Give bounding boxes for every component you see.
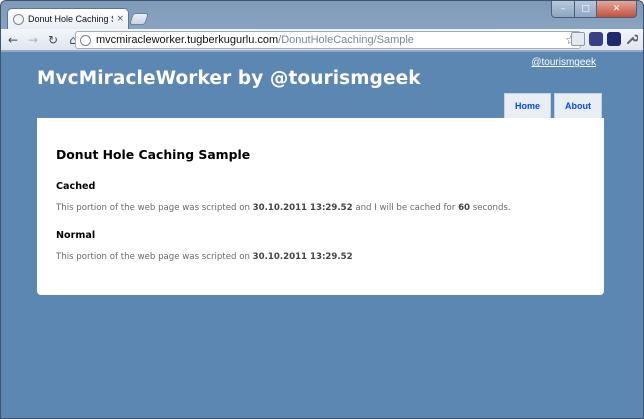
maximize-button[interactable]: □ (575, 1, 597, 18)
forward-button[interactable]: → (25, 32, 41, 48)
cached-seconds: 60 (458, 203, 471, 213)
window-controls: – □ ✕ (551, 1, 637, 18)
browser-tab[interactable]: Donut Hole Caching Sampl × (7, 8, 129, 29)
cached-text-middle: and I will be cached for (352, 203, 459, 213)
menu-item-about[interactable]: About (554, 93, 602, 118)
cached-text-after: seconds. (470, 203, 511, 213)
browser-toolbar: ← → ↻ ⌂ mvcmiracleworker.tugberkugurlu.c… (1, 29, 643, 51)
minimize-button[interactable]: – (551, 1, 575, 18)
main-menu: Home About (504, 93, 602, 118)
reload-button[interactable]: ↻ (45, 32, 61, 48)
normal-paragraph: This portion of the web page was scripte… (56, 252, 604, 262)
page-icon[interactable] (571, 32, 585, 46)
cached-paragraph: This portion of the web page was scripte… (56, 203, 604, 213)
url-path: /DonutHoleCaching/Sample (278, 34, 414, 46)
normal-text-before: This portion of the web page was scripte… (56, 252, 253, 262)
cached-heading: Cached (56, 181, 96, 192)
title-bar: Donut Hole Caching Sampl × – □ ✕ (1, 1, 643, 29)
extension-icon[interactable] (589, 32, 603, 46)
back-button[interactable]: ← (5, 32, 21, 48)
url-host: mvcmiracleworker.tugberkugurlu.com (96, 34, 279, 46)
author-link[interactable]: @tourismgeek (531, 57, 596, 68)
toolbar-icons (571, 32, 639, 46)
close-window-button[interactable]: ✕ (597, 1, 637, 18)
site-title: MvcMiracleWorker by @tourismgeek (37, 68, 421, 89)
cached-text-before: This portion of the web page was scripte… (56, 203, 253, 213)
address-bar[interactable]: mvcmiracleworker.tugberkugurlu.com/Donut… (75, 31, 581, 49)
wrench-icon[interactable] (625, 32, 639, 46)
cached-timestamp: 30.10.2011 13:29.52 (252, 203, 353, 213)
page-heading: Donut Hole Caching Sample (56, 147, 251, 162)
main-content: Donut Hole Caching Sample Cached This po… (37, 118, 604, 295)
extension-icon[interactable] (607, 32, 621, 46)
normal-heading: Normal (56, 230, 96, 241)
normal-timestamp: 30.10.2011 13:29.52 (252, 252, 353, 262)
menu-item-home[interactable]: Home (504, 93, 551, 118)
page-viewport: MvcMiracleWorker by @tourismgeek @touris… (1, 52, 643, 418)
globe-icon (13, 13, 24, 25)
tab-title: Donut Hole Caching Sampl (28, 14, 113, 24)
globe-icon (80, 34, 91, 46)
browser-window: Donut Hole Caching Sampl × – □ ✕ ← → ↻ ⌂… (0, 0, 644, 419)
close-tab-icon[interactable]: × (116, 14, 124, 24)
new-tab-button[interactable] (129, 13, 149, 25)
